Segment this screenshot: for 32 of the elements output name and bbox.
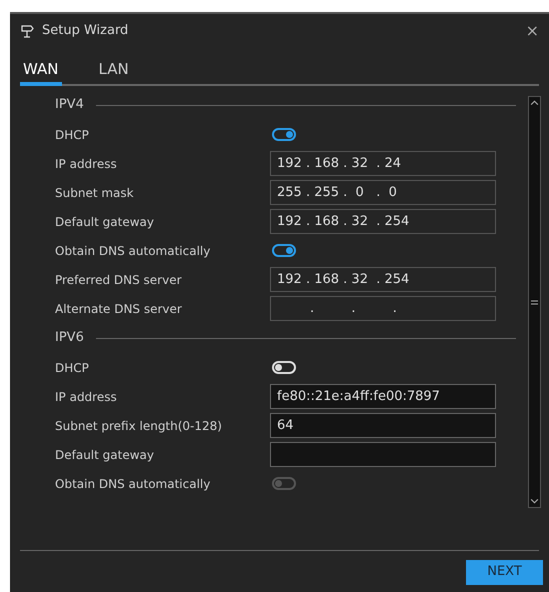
scrollbar[interactable] — [528, 96, 541, 508]
field-label: Preferred DNS server — [55, 272, 183, 288]
input-field[interactable]: 192 . 168 . 32 . 254 — [270, 209, 496, 234]
input-field[interactable]: 192 . 168 . 32 . 254 — [270, 267, 496, 292]
input-field[interactable]: 255 . 255 . 0 . 0 — [270, 180, 496, 205]
tab[interactable]: WAN — [20, 56, 62, 86]
field-label: Default gateway — [55, 446, 155, 464]
field-label: Subnet prefix length(0-128) — [55, 418, 223, 434]
field-label: Obtain DNS automatically — [55, 242, 212, 260]
toggle-switch[interactable] — [272, 128, 296, 141]
field-label: Alternate DNS server — [55, 300, 183, 318]
field-label: DHCP — [55, 360, 90, 376]
close-button[interactable]: × — [526, 23, 539, 39]
next-button[interactable]: NEXT — [466, 560, 543, 585]
grip-icon[interactable] — [531, 300, 538, 304]
input-field[interactable]: fe80::21e:a4ff:fe00:7897 — [270, 384, 496, 409]
section-heading: IPV6 — [55, 329, 84, 348]
input-field[interactable]: . . . — [270, 296, 496, 321]
field-label: IP address — [55, 388, 118, 406]
toggle-switch[interactable] — [272, 244, 296, 257]
field-label: DHCP — [55, 126, 90, 144]
input-field[interactable] — [270, 442, 496, 467]
signpost-icon — [20, 24, 34, 38]
window-title: Setup Wizard — [42, 22, 128, 40]
field-label: Default gateway — [55, 214, 155, 230]
field-label: IP address — [55, 156, 118, 172]
field-label: Subnet mask — [55, 184, 135, 202]
input-field[interactable]: 64 — [270, 413, 496, 438]
tab[interactable]: LAN — [96, 56, 132, 86]
section-heading: IPV4 — [55, 96, 84, 114]
field-label: Obtain DNS automatically — [55, 476, 212, 492]
input-field[interactable]: 192 . 168 . 32 . 24 — [270, 151, 496, 176]
